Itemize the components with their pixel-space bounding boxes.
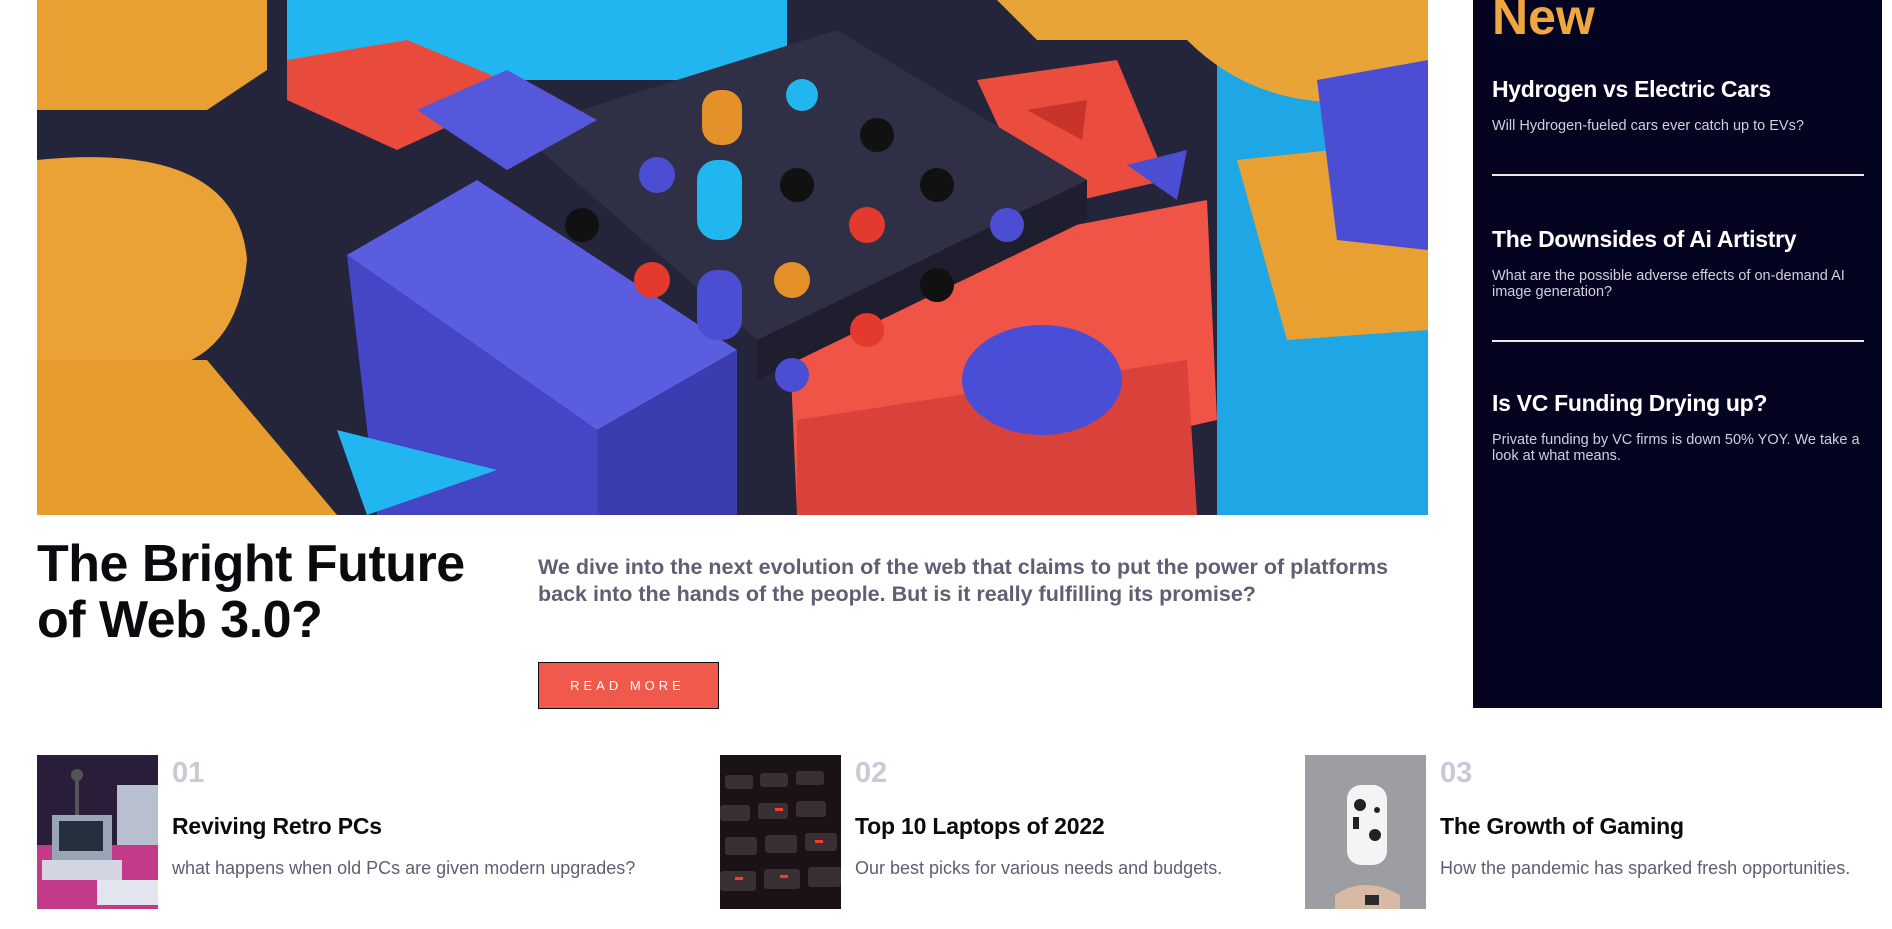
article-card[interactable]: 03 The Growth of Gaming How the pandemic… bbox=[1305, 755, 1885, 909]
article-card[interactable]: 02 Top 10 Laptops of 2022 Our best picks… bbox=[720, 755, 1320, 909]
laptop-keyboard-image[interactable] bbox=[720, 755, 841, 909]
card-desc: How the pandemic has sparked fresh oppor… bbox=[1440, 858, 1851, 878]
news-item[interactable]: Hydrogen vs Electric Cars Will Hydrogen-… bbox=[1492, 74, 1864, 174]
hero-title[interactable]: The Bright Future of Web 3.0? bbox=[37, 536, 477, 648]
card-title[interactable]: Top 10 Laptops of 2022 bbox=[855, 811, 1105, 841]
card-desc: Our best picks for various needs and bud… bbox=[855, 858, 1223, 878]
hero-image[interactable] bbox=[37, 0, 1428, 515]
sidebar-title: New bbox=[1492, 0, 1595, 45]
article-card[interactable]: 01 Reviving Retro PCs what happens when … bbox=[37, 755, 677, 909]
card-number: 03 bbox=[1440, 757, 1473, 789]
news-item[interactable]: The Downsides of Ai Artistry What are th… bbox=[1492, 174, 1864, 340]
news-item-title[interactable]: Hydrogen vs Electric Cars bbox=[1492, 74, 1864, 104]
sidebar-list: Hydrogen vs Electric Cars Will Hydrogen-… bbox=[1492, 74, 1864, 504]
card-desc: what happens when old PCs are given mode… bbox=[172, 858, 636, 878]
news-item-title[interactable]: Is VC Funding Drying up? bbox=[1492, 388, 1864, 418]
card-number: 02 bbox=[855, 757, 888, 789]
news-item-desc: Private funding by VC firms is down 50% … bbox=[1492, 432, 1860, 464]
game-controller-image[interactable] bbox=[1305, 755, 1426, 909]
card-title[interactable]: The Growth of Gaming bbox=[1440, 811, 1684, 841]
card-title[interactable]: Reviving Retro PCs bbox=[172, 811, 382, 841]
news-item-desc: Will Hydrogen-fueled cars ever catch up … bbox=[1492, 118, 1804, 134]
retro-pc-image[interactable] bbox=[37, 755, 158, 909]
news-item-desc: What are the possible adverse effects of… bbox=[1492, 268, 1845, 300]
hero-lead: We dive into the next evolution of the w… bbox=[538, 555, 1389, 606]
news-item[interactable]: Is VC Funding Drying up? Private funding… bbox=[1492, 340, 1864, 504]
read-more-button[interactable]: READ MORE bbox=[538, 662, 719, 709]
card-number: 01 bbox=[172, 757, 205, 789]
new-sidebar: New Hydrogen vs Electric Cars Will Hydro… bbox=[1473, 0, 1882, 708]
news-item-title[interactable]: The Downsides of Ai Artistry bbox=[1492, 224, 1864, 254]
